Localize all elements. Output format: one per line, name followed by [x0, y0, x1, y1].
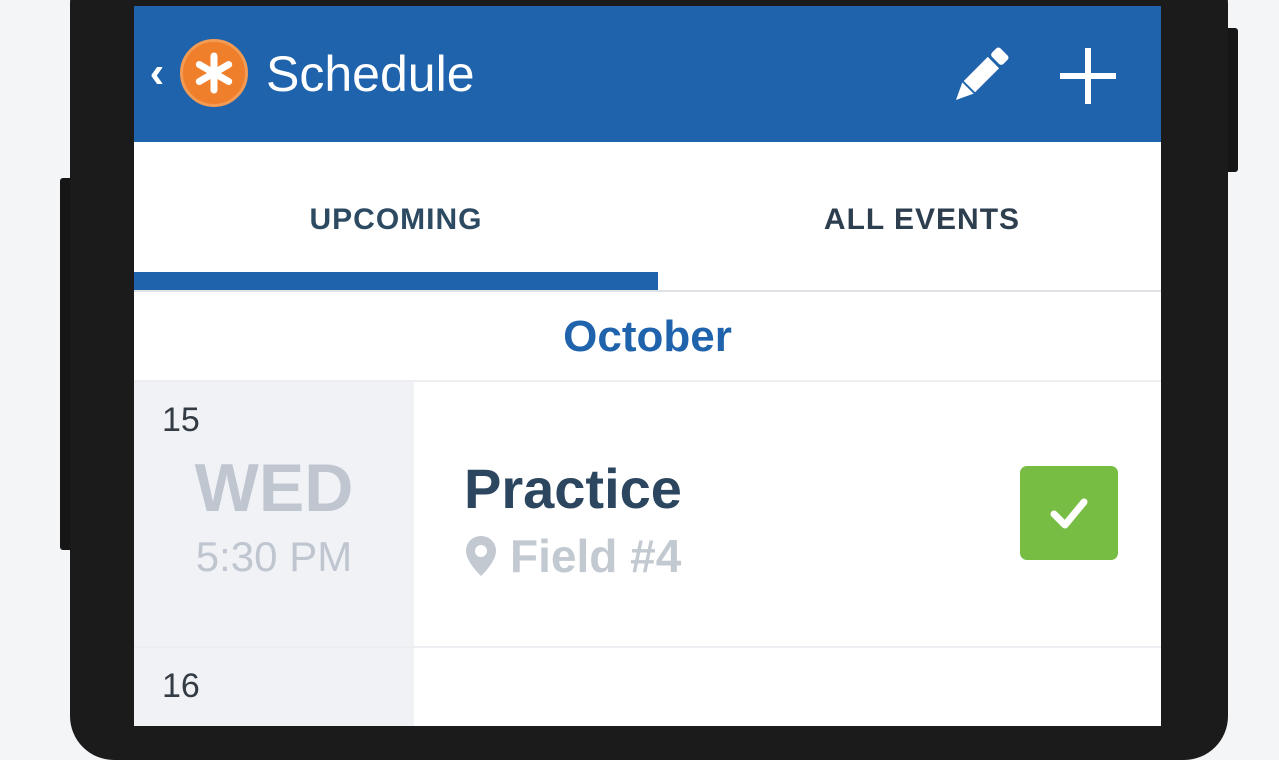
app-screen: ‹ Schedule UPCOMING ALL EVENTS October 1…	[134, 6, 1161, 726]
app-logo-icon[interactable]	[180, 39, 248, 107]
pencil-icon	[955, 47, 1009, 101]
event-weekday: WED	[194, 450, 354, 526]
event-location: Field #4	[464, 528, 681, 584]
add-event-button[interactable]	[1052, 40, 1124, 112]
map-pin-icon	[466, 536, 496, 576]
back-button[interactable]: ‹	[144, 48, 170, 98]
tab-all-events[interactable]: ALL EVENTS	[658, 200, 1161, 240]
event-day-number: 15	[162, 401, 200, 439]
plus-icon	[1060, 48, 1116, 104]
app-bar: ‹ Schedule	[134, 6, 1161, 142]
event-day-number: 16	[162, 667, 200, 705]
tab-selected-indicator	[134, 272, 658, 290]
event-row[interactable]: 16	[134, 648, 1161, 726]
event-row[interactable]: 15 WED 5:30 PM Practice Field #4	[134, 382, 1161, 646]
edit-button[interactable]	[944, 40, 1016, 112]
checkmark-icon	[1050, 498, 1088, 529]
event-date-column: 15 WED 5:30 PM	[134, 382, 414, 646]
event-date-column: 16	[134, 648, 414, 726]
event-location-label: Field #4	[510, 530, 682, 582]
tab-upcoming[interactable]: UPCOMING	[134, 200, 658, 240]
page-title: Schedule	[266, 46, 475, 102]
tab-bar: UPCOMING ALL EVENTS	[134, 142, 1161, 292]
event-name: Practice	[464, 457, 682, 520]
event-time: 5:30 PM	[195, 533, 353, 580]
month-header: October	[563, 312, 732, 361]
asterisk-icon	[195, 52, 233, 94]
rsvp-status-button[interactable]	[1020, 466, 1118, 560]
